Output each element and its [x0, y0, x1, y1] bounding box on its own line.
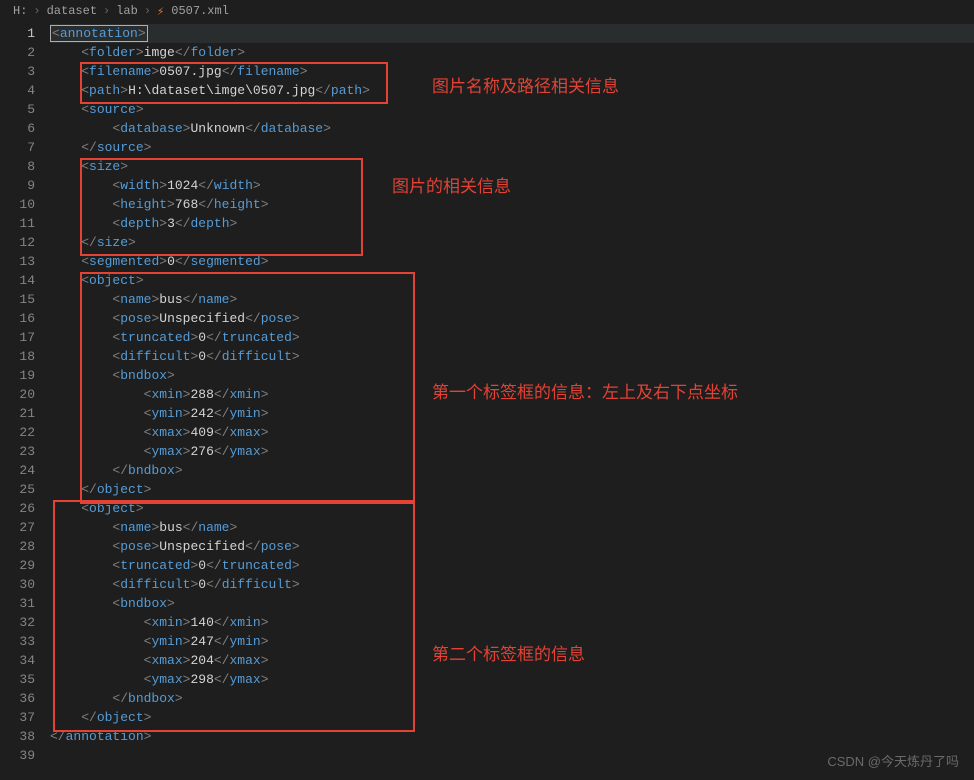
breadcrumb-file[interactable]: 0507.xml [171, 4, 229, 18]
breadcrumb-folder-2[interactable]: lab [116, 4, 138, 18]
chevron-right-icon: › [33, 4, 40, 18]
annotation-label-2: 图片的相关信息 [392, 172, 511, 197]
breadcrumb-drive[interactable]: H: [13, 4, 27, 18]
xml-file-icon: ⚡ [157, 4, 164, 19]
chevron-right-icon: › [103, 4, 110, 18]
line-number-gutter: 1234567891011121314151617181920212223242… [0, 22, 50, 780]
annotation-label-4: 第二个标签框的信息 [432, 640, 585, 665]
breadcrumb[interactable]: H: › dataset › lab › ⚡ 0507.xml [0, 0, 974, 22]
annotation-label-3: 第一个标签框的信息：左上及右下点坐标 [432, 378, 738, 403]
chevron-right-icon: › [144, 4, 151, 18]
annotation-label-1: 图片名称及路径相关信息 [432, 72, 619, 97]
breadcrumb-folder-1[interactable]: dataset [47, 4, 97, 18]
watermark: CSDN @今天炼丹了吗 [827, 751, 959, 770]
